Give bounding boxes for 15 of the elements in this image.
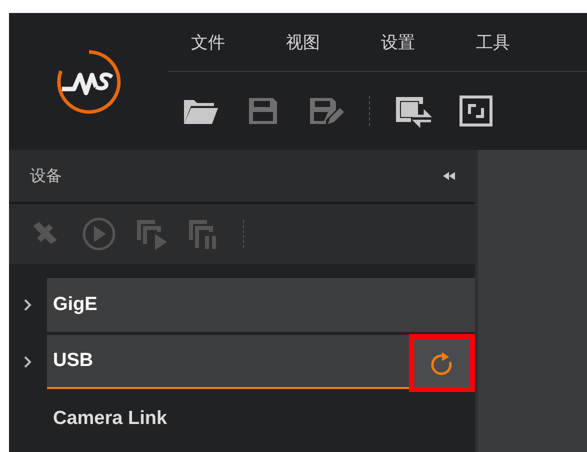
tree-item[interactable]: Camera Link <box>47 392 475 446</box>
collapse-icon[interactable] <box>443 172 455 180</box>
panel-title: 设备 <box>30 166 62 186</box>
chevron-icon[interactable] <box>24 299 32 311</box>
refresh-icon <box>430 350 454 376</box>
menu-item[interactable]: 工具 <box>476 30 510 54</box>
tree-item[interactable]: GigE <box>47 278 475 332</box>
switch-window-icon[interactable] <box>393 94 433 128</box>
tree-item[interactable]: USB <box>47 335 475 389</box>
menu-item[interactable]: 设置 <box>381 30 415 54</box>
chevron-icon[interactable] <box>24 356 32 368</box>
refresh-button[interactable] <box>409 334 475 392</box>
menu-item[interactable]: 视图 <box>286 30 320 54</box>
logo-icon <box>56 48 122 114</box>
menu-item[interactable]: 文件 <box>191 30 225 54</box>
